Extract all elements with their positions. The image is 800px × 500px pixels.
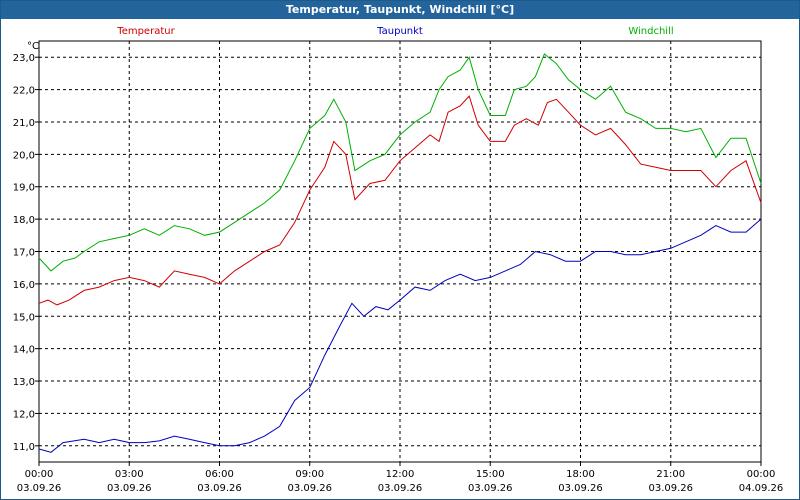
y-tick-label: 12,0 — [13, 409, 35, 420]
y-axis-unit-label: °C — [27, 41, 39, 52]
x-tick-time: 06:00 — [205, 469, 234, 480]
y-tick-label: 13,0 — [13, 377, 35, 388]
y-tick-label: 19,0 — [13, 183, 35, 194]
y-tick-label: 23,0 — [13, 53, 35, 64]
y-tick-label: 22,0 — [13, 86, 35, 97]
x-tick-date: 03.09.26 — [378, 483, 423, 494]
x-tick-time: 03:00 — [115, 469, 144, 480]
x-tick-date: 03.09.26 — [287, 483, 332, 494]
x-tick-date: 03.09.26 — [648, 483, 693, 494]
x-tick-date: 03.09.26 — [107, 483, 152, 494]
grid-lines — [39, 41, 761, 462]
legend-windchill: Windchill — [628, 26, 673, 37]
x-tick-time: 00:00 — [747, 469, 776, 480]
x-tick-date: 03.09.26 — [558, 483, 603, 494]
x-tick-date: 04.09.26 — [739, 483, 784, 494]
x-tick-time: 09:00 — [295, 469, 324, 480]
x-axis: 00:00 03.09.26 03:00 03.09.26 06:00 03.09.26 0… — [17, 462, 784, 494]
chart-window: Temperatur, Taupunkt, Windchill [°C] °C … — [0, 0, 800, 500]
x-tick-time: 18:00 — [566, 469, 595, 480]
y-tick-label: 16,0 — [13, 280, 35, 291]
y-tick-label: 15,0 — [13, 312, 35, 323]
y-tick-label: 20,0 — [13, 150, 35, 161]
legend-taupunkt: Taupunkt — [376, 26, 423, 37]
x-tick-date: 03.09.26 — [468, 483, 513, 494]
legend: Temperatur Taupunkt Windchill — [116, 26, 673, 37]
y-tick-label: 14,0 — [13, 345, 35, 356]
y-tick-label: 18,0 — [13, 215, 35, 226]
chart-canvas: °C 11,0 12,0 13,0 14,0 15,0 16,0 17,0 18,0 19,0 2… — [13, 26, 784, 494]
legend-temperatur: Temperatur — [116, 26, 175, 37]
x-tick-date: 03.09.26 — [197, 483, 242, 494]
x-tick-time: 21:00 — [656, 469, 685, 480]
y-tick-label: 11,0 — [13, 442, 35, 453]
x-tick-date: 03.09.26 — [17, 483, 62, 494]
x-tick-time: 12:00 — [386, 469, 415, 480]
x-tick-time: 00:00 — [25, 469, 54, 480]
x-tick-time: 15:00 — [476, 469, 505, 480]
y-axis: 11,0 12,0 13,0 14,0 15,0 16,0 17,0 18,0 19,0 20,0… — [13, 53, 39, 453]
y-tick-label: 21,0 — [13, 118, 35, 129]
y-tick-label: 17,0 — [13, 248, 35, 259]
window-title: Temperatur, Taupunkt, Windchill [°C] — [1, 1, 799, 19]
